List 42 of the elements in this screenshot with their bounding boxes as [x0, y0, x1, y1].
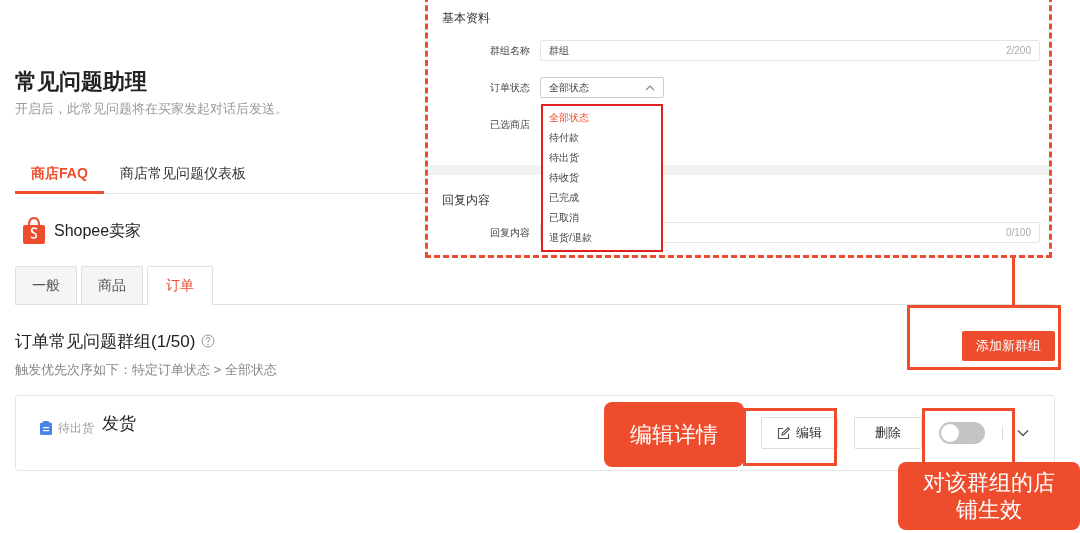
field-label: 群组名称: [489, 43, 530, 58]
page-title: 常见问题助理: [15, 68, 147, 96]
dropdown-option[interactable]: 待出货: [543, 148, 661, 168]
field-label: 已选商店: [489, 117, 530, 132]
add-group-button[interactable]: 添加新群组: [962, 331, 1055, 361]
dropdown-option[interactable]: 全部状态: [543, 108, 661, 128]
callout-label: 对该群组的店铺生效: [898, 462, 1080, 530]
tab[interactable]: 订单: [147, 266, 213, 305]
tab[interactable]: 商店FAQ: [15, 154, 104, 194]
clipboard-icon: [40, 421, 52, 435]
delete-button[interactable]: 删除: [854, 417, 922, 449]
section-title: 订单常见问题群组(1/50): [15, 330, 196, 353]
order-status-tag: 待出货: [58, 419, 94, 437]
text-field[interactable]: 群组 2/200: [540, 40, 1040, 61]
callout-label: 编辑详情: [604, 402, 744, 467]
chevron-icon: [1017, 429, 1029, 437]
field-value: 群组: [549, 43, 569, 58]
status-dropdown[interactable]: 全部状态: [540, 77, 664, 98]
dropdown-option[interactable]: 待付款: [543, 128, 661, 148]
priority-note: 触发优先次序如下：特定订单状态 > 全部状态: [15, 361, 277, 379]
section-heading: 回复内容: [442, 192, 490, 209]
group-name: 发货: [102, 412, 136, 435]
shopping-bag-logo-icon: [22, 217, 46, 245]
field-label: 订单状态: [489, 80, 530, 95]
section-heading: 基本资料: [442, 10, 490, 27]
toggle-switch[interactable]: [939, 422, 985, 444]
help-icon: [201, 334, 216, 348]
character-counter: 2/200: [1005, 45, 1031, 56]
tab[interactable]: 商店常见问题仪表板: [103, 154, 262, 194]
page-subtitle: 开启后，此常见问题将在买家发起对话后发送。: [15, 100, 288, 118]
tab[interactable]: 商品: [81, 266, 143, 304]
chevron-button[interactable]: [1017, 429, 1029, 437]
field-label: 回复内容: [489, 225, 530, 240]
character-counter: 0/100: [1005, 227, 1031, 238]
connector-line: [1012, 258, 1015, 305]
shop-name: Shopee卖家: [54, 220, 142, 241]
edit-button[interactable]: 编辑: [761, 417, 838, 449]
dropdown-value: 全部状态: [549, 80, 589, 95]
pencil-icon: [777, 426, 790, 440]
tab[interactable]: 一般: [15, 266, 77, 304]
dropdown-option[interactable]: 待收货: [543, 168, 661, 188]
dropdown-option[interactable]: 已完成: [543, 188, 661, 208]
